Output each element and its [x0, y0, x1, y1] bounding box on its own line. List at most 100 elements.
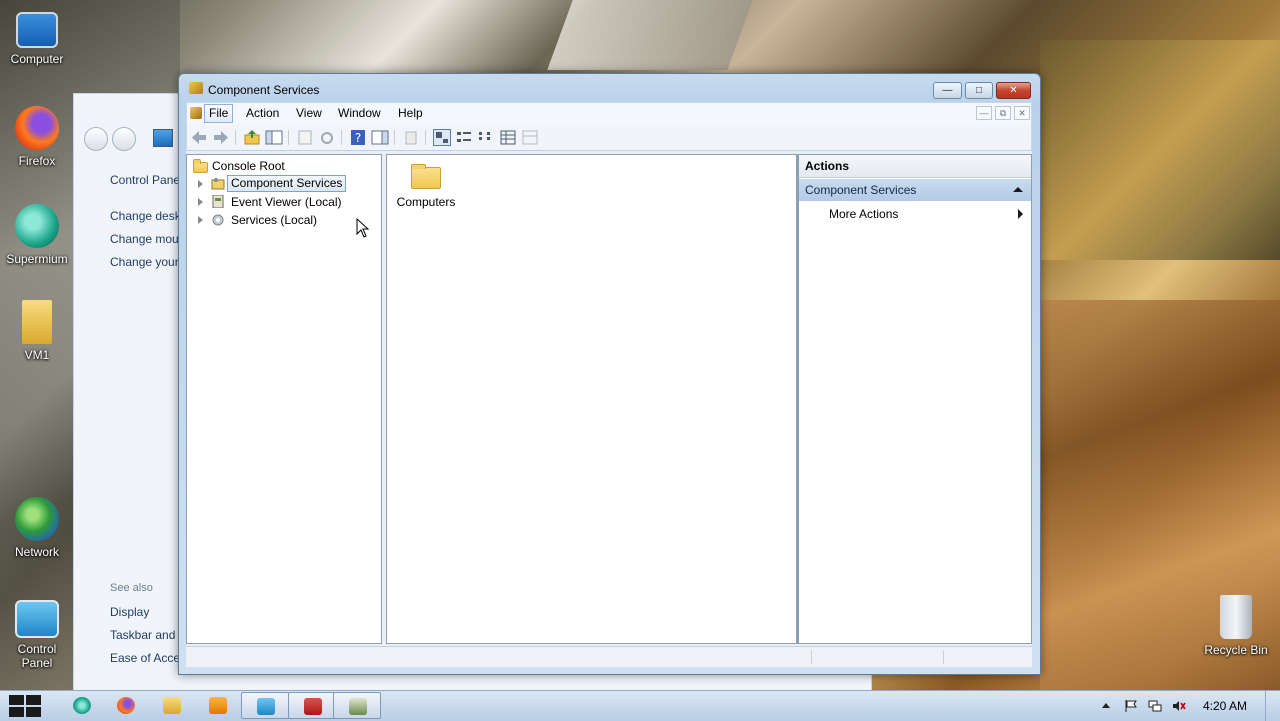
taskbar-app-explorer[interactable]	[148, 692, 196, 719]
submenu-arrow-icon	[1018, 209, 1023, 219]
expand-arrow-icon[interactable]	[198, 198, 203, 206]
control-panel-address-icon	[153, 129, 173, 147]
cp-link-desktop[interactable]: Change desk	[110, 209, 181, 223]
tree-item-services[interactable]: Services (Local)	[187, 211, 377, 229]
services-gear-icon	[211, 213, 225, 226]
desktop-icon-control-panel[interactable]: Control Panel	[1, 600, 73, 670]
volume-muted-icon[interactable]	[1172, 700, 1186, 712]
action-more-actions[interactable]: More Actions	[799, 203, 1031, 225]
back-arrow-icon[interactable]	[190, 129, 208, 146]
show-hide-console-tree-icon[interactable]	[265, 129, 283, 146]
list-item-label: Computers	[396, 195, 456, 209]
show-desktop-button[interactable]	[1265, 691, 1280, 721]
cp-link-mouse[interactable]: Change mou	[110, 232, 179, 246]
taskbar-app-toolbox[interactable]	[288, 692, 336, 719]
menu-help[interactable]: Help	[398, 106, 423, 120]
component-services-icon	[349, 698, 367, 715]
see-also-heading: See also	[110, 582, 153, 594]
menu-action[interactable]: Action	[246, 106, 279, 120]
recycle-bin-icon	[1220, 595, 1252, 639]
status-bar-divider	[943, 650, 944, 664]
action-label: More Actions	[829, 207, 899, 221]
event-viewer-icon	[211, 194, 225, 209]
desktop-icon-network[interactable]: Network	[1, 497, 73, 559]
large-icons-view-icon[interactable]	[433, 129, 451, 146]
back-button[interactable]	[84, 127, 108, 151]
refresh-icon[interactable]	[318, 129, 336, 146]
desktop-icon-label: Recycle Bin	[1204, 643, 1268, 657]
windows-logo-icon	[9, 707, 24, 717]
component-services-icon	[211, 177, 225, 190]
taskbar-app-supermium[interactable]	[58, 692, 106, 719]
mouse-cursor	[356, 217, 370, 241]
child-restore-button[interactable]: ⧉	[995, 106, 1011, 120]
properties-icon[interactable]	[296, 129, 314, 146]
svg-text:?: ?	[355, 131, 361, 145]
column-view-icon[interactable]	[521, 129, 539, 146]
desktop-icon-supermium[interactable]: Supermium	[1, 204, 73, 266]
tree-item-component-services[interactable]: Component Services	[187, 175, 377, 193]
cp-link-account[interactable]: Change your	[110, 255, 179, 269]
see-also-ease-of-access[interactable]: Ease of Acce	[110, 651, 180, 665]
tree-item-console-root[interactable]: Console Root	[187, 157, 377, 175]
desktop-icon-label: Supermium	[6, 252, 68, 266]
forward-button[interactable]	[112, 127, 136, 151]
cp-link-control-panel-home[interactable]: Control Pane	[110, 173, 180, 187]
menu-view[interactable]: View	[296, 106, 322, 120]
list-view-icon[interactable]	[477, 129, 495, 146]
detail-view-icon[interactable]	[499, 129, 517, 146]
actions-pane: Actions Component Services More Actions	[797, 154, 1032, 644]
tree-item-label: Services (Local)	[231, 213, 318, 227]
supermium-icon	[15, 204, 59, 248]
minimize-button[interactable]: —	[933, 82, 962, 99]
up-folder-icon[interactable]	[243, 129, 261, 146]
network-tray-icon[interactable]	[1148, 700, 1162, 712]
maximize-button[interactable]: □	[965, 82, 993, 99]
show-hidden-icons-arrow-icon[interactable]	[1102, 703, 1110, 708]
taskbar-app-firefox[interactable]	[102, 692, 150, 719]
taskbar-app-control-panel[interactable]	[241, 692, 289, 719]
menu-window[interactable]: Window	[338, 106, 381, 120]
folder-icon	[163, 697, 181, 714]
child-minimize-button[interactable]: —	[976, 106, 992, 120]
forward-arrow-icon[interactable]	[212, 129, 230, 146]
export-list-icon[interactable]	[402, 129, 420, 146]
taskbar-app-media-player[interactable]	[194, 692, 242, 719]
desktop-icon-label: VM1	[24, 348, 50, 362]
desktop-icon-firefox[interactable]: Firefox	[1, 106, 73, 168]
desktop-icon-computer[interactable]: Computer	[1, 10, 73, 66]
desktop-icon-recycle-bin[interactable]: Recycle Bin	[1200, 595, 1272, 657]
small-icons-view-icon[interactable]	[455, 129, 473, 146]
toolbar-separator	[341, 130, 342, 145]
start-button[interactable]	[9, 695, 42, 718]
collapse-arrow-icon[interactable]	[1013, 187, 1023, 192]
actions-section-component-services[interactable]: Component Services	[799, 179, 1031, 201]
folder-icon	[193, 159, 208, 173]
toolbox-icon	[304, 698, 322, 715]
see-also-display[interactable]: Display	[110, 605, 149, 619]
status-bar	[186, 646, 1032, 667]
child-close-button[interactable]: ✕	[1014, 106, 1030, 120]
desktop-icon-label: Firefox	[18, 154, 56, 168]
windows-logo-icon	[26, 695, 41, 705]
close-button[interactable]: ✕	[996, 82, 1031, 99]
taskbar-clock[interactable]: 4:20 AM	[1203, 699, 1247, 713]
title-bar[interactable]: Component Services — □ ✕	[179, 74, 1040, 102]
menu-file[interactable]: File	[204, 104, 234, 123]
tree-item-event-viewer[interactable]: Event Viewer (Local)	[187, 193, 377, 211]
network-globe-icon	[15, 497, 59, 541]
desktop-icon-label: Computer	[10, 52, 64, 66]
actions-header: Actions	[799, 155, 1031, 178]
expand-arrow-icon[interactable]	[198, 216, 203, 224]
action-center-flag-icon[interactable]	[1124, 700, 1138, 712]
supermium-icon	[73, 697, 91, 714]
computer-icon	[16, 12, 58, 48]
help-icon[interactable]: ?	[349, 129, 367, 146]
expand-arrow-icon[interactable]	[198, 180, 203, 188]
taskbar-app-component-services[interactable]	[333, 692, 381, 719]
menu-bar: File Action View Window Help — ⧉ ✕	[186, 102, 1032, 126]
see-also-taskbar[interactable]: Taskbar and	[110, 628, 175, 642]
list-item[interactable]: Computers	[391, 161, 461, 211]
desktop-icon-vm1[interactable]: VM1	[1, 300, 73, 362]
show-hide-action-pane-icon[interactable]	[371, 129, 389, 146]
